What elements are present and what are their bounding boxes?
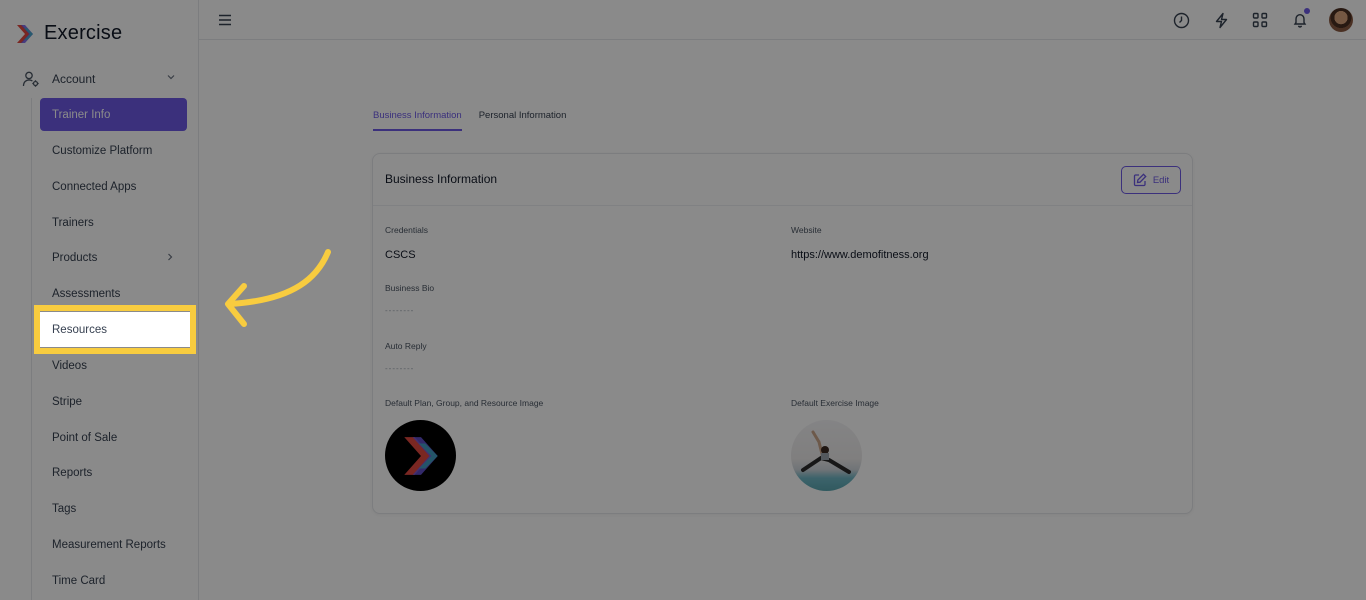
exercise-logo-icon [17,24,33,43]
sidebar-item-customize-platform[interactable]: Customize Platform [40,134,187,167]
sidebar-item-label: Reports [52,466,93,479]
sidebar-item-label: Resources [52,323,107,336]
sidebar-item-point-of-sale[interactable]: Point of Sale [40,421,187,454]
sidebar: Exercise Account Trainer Info Customize … [0,0,199,600]
sidebar-item-stripe[interactable]: Stripe [40,385,187,418]
credentials-label: Credentials [385,225,428,235]
sidebar-item-videos[interactable]: Videos [40,349,187,382]
yoga-pose-image [801,430,851,474]
sidebar-item-label: Tags [52,502,77,515]
sidebar-item-label: Assessments [52,287,121,300]
edit-icon [1133,173,1147,187]
top-bar [199,0,1366,40]
sidebar-item-label: Point of Sale [52,431,118,444]
edit-button-label: Edit [1152,174,1170,186]
sidebar-item-time-card[interactable]: Time Card [40,564,187,597]
sidebar-item-label: Time Card [52,574,106,587]
tab-business-information[interactable]: Business Information [373,110,462,131]
default-plan-image [385,420,456,491]
sidebar-item-measurement-reports[interactable]: Measurement Reports [40,528,187,561]
sidebar-item-label: Products [52,251,98,264]
app-title: Exercise [44,22,123,44]
business-bio-value: -------- [385,306,415,315]
credentials-value: CSCS [385,249,416,261]
edit-button[interactable]: Edit [1121,166,1181,194]
sidebar-item-label: Stripe [52,395,83,408]
sidebar-item-products[interactable]: Products [40,241,187,274]
account-label: Account [52,72,96,86]
chevron-right-icon [168,253,173,261]
user-settings-icon [22,71,39,87]
sidebar-item-label: Trainers [52,216,94,229]
exercise-logo-icon [403,436,438,475]
sidebar-item-resources[interactable]: Resources [40,312,190,347]
card-header: Business Information Edit [373,154,1192,206]
business-bio-label: Business Bio [385,283,435,293]
app-logo[interactable]: Exercise [14,22,122,45]
chevron-down-icon [167,75,175,80]
sidebar-item-label: Customize Platform [52,144,153,157]
default-exercise-image [791,420,862,491]
account-menu[interactable]: Account [22,68,180,90]
bell-icon[interactable] [1290,8,1310,30]
business-information-card: Business Information Edit Credentials CS… [372,153,1193,514]
sidebar-item-label: Measurement Reports [52,538,166,551]
sidebar-item-assessments[interactable]: Assessments [40,277,187,310]
profile-tabs: Business Information Personal Informatio… [373,110,566,131]
sidebar-item-label: Connected Apps [52,180,137,193]
apps-grid-icon[interactable] [1250,10,1270,30]
sidebar-item-reports[interactable]: Reports [40,456,187,489]
sidebar-item-tags[interactable]: Tags [40,492,187,525]
avatar[interactable] [1329,8,1353,32]
tab-personal-information[interactable]: Personal Information [479,110,567,131]
default-exercise-image-label: Default Exercise Image [791,398,879,408]
card-title: Business Information [385,172,498,186]
bolt-icon[interactable] [1211,10,1231,30]
sidebar-item-trainer-info[interactable]: Trainer Info [40,98,187,131]
sidebar-item-connected-apps[interactable]: Connected Apps [40,170,187,203]
menu-icon[interactable] [217,12,233,28]
auto-reply-label: Auto Reply [385,341,427,351]
pointer-arrow-icon [225,249,331,327]
sidebar-item-label: Videos [52,359,87,372]
sidebar-item-label: Trainer Info [52,108,111,121]
clock-icon[interactable] [1171,10,1191,30]
sidebar-item-trainers[interactable]: Trainers [40,206,187,239]
website-label: Website [791,225,822,235]
default-plan-image-label: Default Plan, Group, and Resource Image [385,398,544,408]
auto-reply-value: -------- [385,364,415,373]
website-value: https://www.demofitness.org [791,249,929,261]
nav-tree-line [31,98,32,600]
notification-dot [1304,8,1310,14]
